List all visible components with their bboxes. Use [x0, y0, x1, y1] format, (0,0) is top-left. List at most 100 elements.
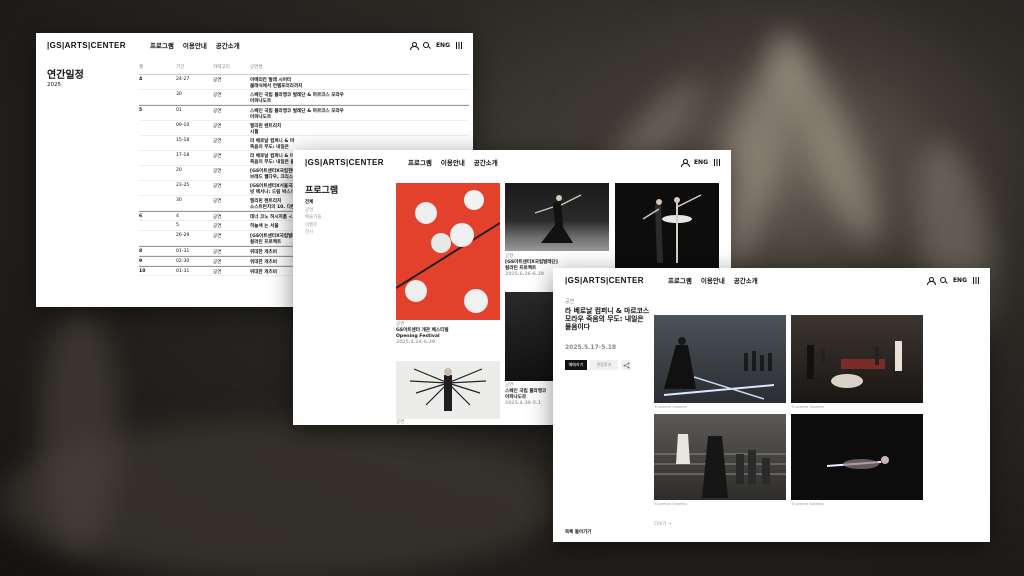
- nav-program[interactable]: 프로그램: [408, 157, 432, 167]
- schedule-row[interactable]: 5 01 공연 스페인 국립 플라멩코 발레단 & 마르코스 모라우 아파나도르: [139, 105, 469, 121]
- nav-guide[interactable]: 이용안내: [441, 157, 465, 167]
- schedule-month: [139, 138, 176, 150]
- schedule-month: 5: [139, 108, 143, 113]
- gs-arts-center-logo[interactable]: |GS|ARTS|CENTER: [47, 41, 126, 50]
- schedule-category: 공연: [213, 184, 222, 189]
- gallery-photo-4[interactable]: [791, 414, 923, 500]
- gs-arts-center-logo[interactable]: |GS|ARTS|CENTER: [305, 158, 384, 167]
- photo-credit-1: ©Lorenzo Sanento: [654, 405, 687, 409]
- menu-icon[interactable]: [973, 276, 980, 284]
- photo-credit-4: ©Lorenzo Sanento: [791, 502, 824, 506]
- main-menu: 프로그램 이용안내 공간소개: [408, 157, 498, 167]
- schedule-category: 공연: [213, 215, 222, 220]
- nav-program[interactable]: 프로그램: [668, 275, 692, 285]
- filter-all[interactable]: 전체: [305, 199, 322, 207]
- col-category: 카테고리: [213, 65, 230, 70]
- schedule-category: 공연: [213, 169, 222, 174]
- gallery-photo-3[interactable]: [654, 414, 786, 500]
- language-switch[interactable]: ENG: [436, 42, 450, 49]
- photo-credit-3: ©Lorenzo Sanento: [654, 502, 687, 506]
- share-icon[interactable]: [621, 360, 631, 370]
- schedule-title: 라 베로날 컴퍼니 & 마 죽음의 무도: 내일은: [250, 138, 469, 150]
- schedule-month: 8: [139, 249, 143, 254]
- schedule-category: 공연: [213, 93, 222, 98]
- program-card-opening-festival[interactable]: 공연 GS아트센터 개관 페스티벌 Opening Festival 2025.…: [396, 322, 500, 346]
- ballet-duo-photo[interactable]: [615, 183, 719, 269]
- book-button[interactable]: 예매하기: [565, 360, 587, 370]
- program-card-feather[interactable]: 공연: [396, 420, 500, 425]
- schedule-title: 필리핀 렌트리치 시월: [250, 123, 469, 135]
- festival-poster-image[interactable]: [396, 183, 500, 320]
- schedule-period: 02-30: [176, 259, 190, 264]
- back-to-list-link[interactable]: 목록 돌아가기: [565, 529, 591, 535]
- schedule-month: [139, 183, 176, 195]
- user-icon[interactable]: [409, 41, 419, 50]
- program-title: 라 베로날 컴퍼니 & 마르코스 모라우 죽음의 무도: 내일은 물음이다: [565, 307, 650, 331]
- nav-guide[interactable]: 이용안내: [183, 40, 207, 50]
- language-switch[interactable]: ENG: [953, 277, 967, 284]
- main-menu: 프로그램 이용안내 공간소개: [150, 40, 240, 50]
- schedule-period: 01-31: [176, 249, 190, 254]
- schedule-month: [139, 233, 176, 245]
- schedule-row[interactable]: 09-10 공연 필리핀 렌트리치 시월: [139, 121, 469, 136]
- gs-arts-center-logo[interactable]: |GS|ARTS|CENTER: [565, 276, 644, 285]
- schedule-title-line-2: 시월: [250, 130, 259, 135]
- user-icon[interactable]: [680, 158, 690, 167]
- schedule-category: 공연: [213, 199, 222, 204]
- col-period: 기간: [176, 65, 185, 70]
- schedule-month: 6: [139, 214, 143, 219]
- schedule-month: [139, 92, 176, 104]
- top-nav: |GS|ARTS|CENTER 프로그램 이용안내 공간소개 ENG: [36, 33, 473, 57]
- program-date: 2025.5.17-5.18: [565, 344, 617, 351]
- review-button[interactable]: 관람후기: [590, 360, 618, 370]
- schedule-title-line-2: 클래식에서 컨템포러리까지: [250, 84, 303, 89]
- nav-utilities: ENG: [926, 268, 980, 292]
- nav-program[interactable]: 프로그램: [150, 40, 174, 50]
- schedule-period: 15-18: [176, 138, 190, 143]
- schedule-title: 스페인 국립 플라멩코 발레단 & 마르코스 모라우 아파나도르: [250, 92, 469, 104]
- schedule-category: 공연: [213, 154, 222, 159]
- filter-event[interactable]: 이벤트: [305, 222, 322, 230]
- schedule-row[interactable]: 30 공연 스페인 국립 플라멩코 발레단 & 마르코스 모라우 아파나도르: [139, 90, 469, 105]
- schedule-row[interactable]: 4 24-27 공연 아메리칸 발레 시어터 클래식에서 컨템포러리까지: [139, 75, 469, 90]
- gallery-photo-1[interactable]: [654, 315, 786, 403]
- schedule-period: 23-25: [176, 183, 190, 188]
- schedule-title: 스페인 국립 플라멩코 발레단 & 마르코스 모라우 아파나도르: [250, 108, 469, 120]
- col-title: 공연명: [250, 65, 263, 70]
- more-link[interactable]: 더보기 →: [654, 521, 672, 527]
- schedule-title-line-2: 아파나도르: [250, 99, 272, 104]
- user-icon[interactable]: [926, 276, 936, 285]
- schedule-month: 10: [139, 269, 146, 274]
- schedule-period: 09-10: [176, 123, 190, 128]
- filter-performance[interactable]: 공연: [305, 207, 322, 215]
- schedule-period: 30: [176, 198, 182, 203]
- filter-exhibition[interactable]: 전시: [305, 229, 322, 237]
- nav-space[interactable]: 공간소개: [734, 275, 758, 285]
- schedule-category: 공연: [213, 250, 222, 255]
- search-icon[interactable]: [939, 276, 947, 284]
- schedule-month: [139, 153, 176, 165]
- top-nav: |GS|ARTS|CENTER 프로그램 이용안내 공간소개 ENG: [553, 268, 990, 292]
- search-icon[interactable]: [422, 41, 430, 49]
- gallery-photo-2[interactable]: [791, 315, 923, 403]
- schedule-month: [139, 168, 176, 180]
- nav-guide[interactable]: 이용안내: [701, 275, 725, 285]
- nav-space[interactable]: 공간소개: [474, 157, 498, 167]
- schedule-category: 공연: [213, 109, 222, 114]
- filter-artists[interactable]: 예술가들: [305, 214, 322, 222]
- schedule-period: 5: [176, 223, 179, 228]
- menu-icon[interactable]: [714, 158, 721, 166]
- schedule-category: 공연: [213, 270, 222, 275]
- schedule-period: 01-31: [176, 269, 190, 274]
- schedule-category: 공연: [213, 78, 222, 83]
- main-menu: 프로그램 이용안내 공간소개: [668, 275, 758, 285]
- nav-space[interactable]: 공간소개: [216, 40, 240, 50]
- nav-utilities: ENG: [409, 33, 463, 57]
- feather-figure-photo[interactable]: [396, 361, 500, 419]
- menu-icon[interactable]: [456, 41, 463, 49]
- table-header: 월 기간 카테고리 공연명: [139, 64, 469, 75]
- page-title: 연간일정: [47, 70, 84, 81]
- language-switch[interactable]: ENG: [694, 159, 708, 166]
- schedule-row[interactable]: 15-18 공연 라 베로날 컴퍼니 & 마 죽음의 무도: 내일은: [139, 136, 469, 151]
- dancer-stage-photo[interactable]: [505, 183, 609, 251]
